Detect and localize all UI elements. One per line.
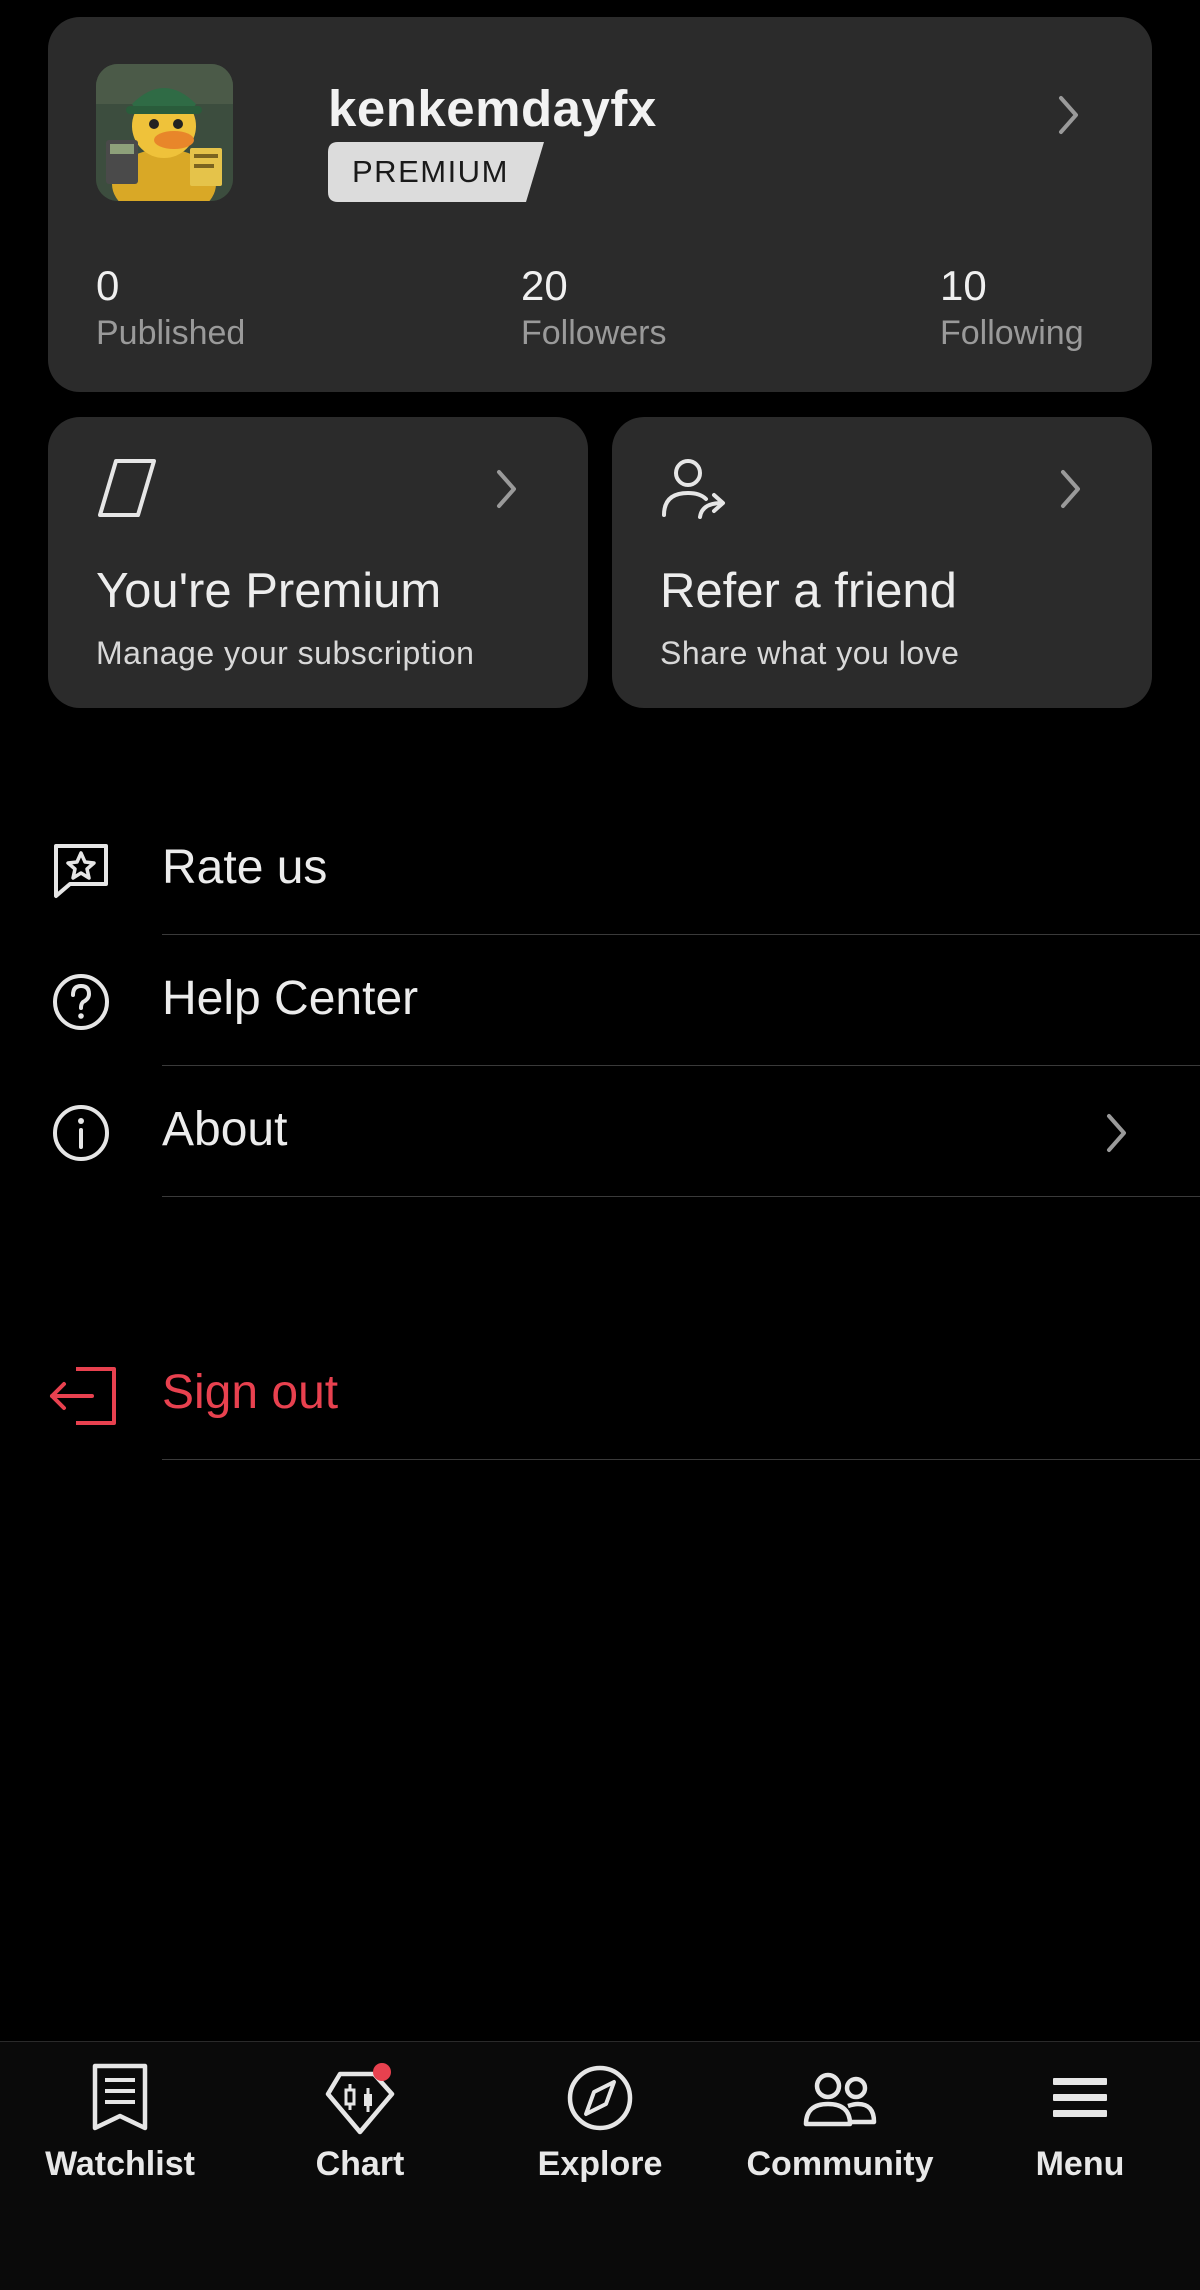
stat-label: Following (940, 314, 1084, 352)
menu-item-about[interactable]: About (0, 1069, 1200, 1200)
menu-label: Rate us (162, 841, 328, 894)
stat-followers[interactable]: 20 Followers (521, 265, 666, 352)
stat-published[interactable]: 0 Published (96, 265, 245, 352)
tab-community[interactable]: Community (720, 2042, 960, 2242)
stat-following[interactable]: 10 Following (940, 265, 1084, 352)
tab-explore[interactable]: Explore (480, 2042, 720, 2242)
user-share-icon (660, 457, 730, 526)
stat-value: 20 (521, 262, 568, 309)
stat-label: Followers (521, 314, 667, 352)
tab-label: Community (746, 2145, 934, 2183)
community-icon (802, 2062, 878, 2139)
tab-watchlist[interactable]: Watchlist (0, 2042, 240, 2242)
divider (162, 1459, 1200, 1460)
chevron-right-icon (496, 469, 518, 514)
stat-value: 0 (96, 262, 120, 309)
menu-label: Sign out (162, 1366, 339, 1419)
username: kenkemdayfx (328, 80, 657, 137)
refer-card-subtitle: Share what you love (660, 635, 960, 671)
divider (162, 1065, 1200, 1066)
chart-icon (320, 2062, 400, 2143)
profile-card[interactable]: kenkemdayfx PREMIUM 0 Published 20 Follo… (48, 17, 1152, 392)
menu-screen: kenkemdayfx PREMIUM 0 Published 20 Follo… (0, 0, 1200, 2290)
tab-label: Watchlist (45, 2145, 195, 2183)
premium-parallelogram-icon (96, 457, 158, 524)
stat-label: Published (96, 314, 246, 352)
bottom-tab-bar: Watchlist Chart Explore Community Menu (0, 2041, 1200, 2290)
chevron-right-icon (1106, 1113, 1128, 1158)
menu-label: Help Center (162, 972, 419, 1025)
tab-label: Menu (1035, 2145, 1125, 2183)
chevron-right-icon (1058, 95, 1080, 140)
premium-card[interactable]: You're Premium Manage your subscription (48, 417, 588, 708)
avatar[interactable] (96, 64, 233, 201)
divider (162, 1196, 1200, 1197)
menu-item-sign-out[interactable]: Sign out (0, 1332, 1200, 1463)
tab-label: Explore (537, 2145, 663, 2183)
premium-badge: PREMIUM (328, 142, 544, 202)
divider (162, 934, 1200, 935)
premium-card-subtitle: Manage your subscription (96, 635, 475, 671)
menu-item-rate-us[interactable]: Rate us (0, 807, 1200, 938)
refer-friend-card[interactable]: Refer a friend Share what you love (612, 417, 1152, 708)
compass-icon (564, 2062, 636, 2139)
tab-chart[interactable]: Chart (240, 2042, 480, 2242)
menu-label: About (162, 1103, 288, 1156)
watchlist-icon (90, 2062, 150, 2139)
menu-item-help-center[interactable]: Help Center (0, 938, 1200, 1069)
tab-menu[interactable]: Menu (960, 2042, 1200, 2242)
refer-card-title: Refer a friend (660, 564, 957, 618)
premium-card-title: You're Premium (96, 564, 442, 618)
premium-badge-label: PREMIUM (352, 154, 509, 189)
hamburger-menu-icon (1050, 2062, 1110, 2139)
tab-label: Chart (315, 2145, 405, 2183)
stat-value: 10 (940, 262, 987, 309)
chevron-right-icon (1060, 469, 1082, 514)
